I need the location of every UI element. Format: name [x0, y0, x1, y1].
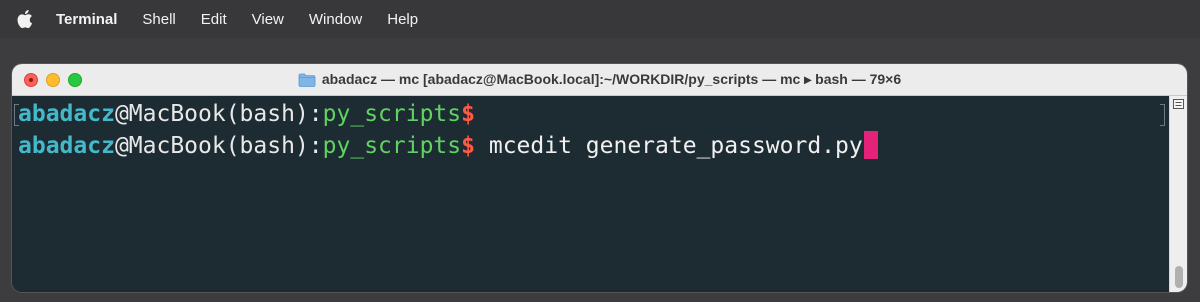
menu-edit[interactable]: Edit: [201, 11, 227, 28]
window-title-group: abadacz — mc [abadacz@MacBook.local]:~/W…: [298, 71, 901, 88]
prompt-directory: py_scripts: [322, 101, 462, 127]
minimize-window-button[interactable]: [46, 72, 60, 87]
terminal-line: abadacz@MacBook(bash):py_scripts$: [18, 98, 475, 130]
zoom-window-button[interactable]: [68, 72, 82, 87]
traffic-lights: [24, 72, 90, 87]
terminal-line: abadacz@MacBook(bash):py_scripts$ mcedit…: [18, 130, 878, 162]
menu-help[interactable]: Help: [387, 11, 418, 28]
close-window-button[interactable]: [24, 72, 38, 87]
prompt-host: @MacBook(bash):: [114, 133, 323, 159]
scrollbar-thumb[interactable]: [1175, 266, 1183, 288]
menu-shell[interactable]: Shell: [142, 11, 175, 28]
prompt-symbol: $: [461, 101, 475, 127]
menu-bar: Terminal Shell Edit View Window Help: [0, 0, 1200, 38]
prompt-host: @MacBook(bash):: [114, 101, 323, 127]
prompt-user: abadacz: [18, 101, 115, 127]
window-title: abadacz — mc [abadacz@MacBook.local]:~/W…: [321, 71, 902, 87]
prompt-symbol: $: [461, 133, 475, 159]
mark-bracket-right: [1160, 104, 1165, 126]
text-cursor: [863, 131, 878, 159]
menu-view[interactable]: View: [252, 11, 284, 28]
command-text: mcedit generate_password.py: [475, 133, 863, 159]
scroll-markers-icon[interactable]: [1173, 99, 1184, 109]
terminal-output[interactable]: abadacz@MacBook(bash):py_scripts$ abadac…: [12, 96, 1187, 292]
folder-icon: [298, 73, 316, 87]
apple-logo-icon[interactable]: [14, 9, 34, 29]
prompt-user: abadacz: [18, 133, 115, 159]
terminal-window: abadacz — mc [abadacz@MacBook.local]:~/W…: [12, 64, 1187, 292]
prompt-directory: py_scripts: [322, 133, 462, 159]
menu-terminal[interactable]: Terminal: [56, 11, 117, 28]
vertical-scrollbar[interactable]: [1169, 96, 1187, 292]
window-titlebar[interactable]: abadacz — mc [abadacz@MacBook.local]:~/W…: [12, 64, 1187, 96]
menu-window[interactable]: Window: [309, 11, 362, 28]
